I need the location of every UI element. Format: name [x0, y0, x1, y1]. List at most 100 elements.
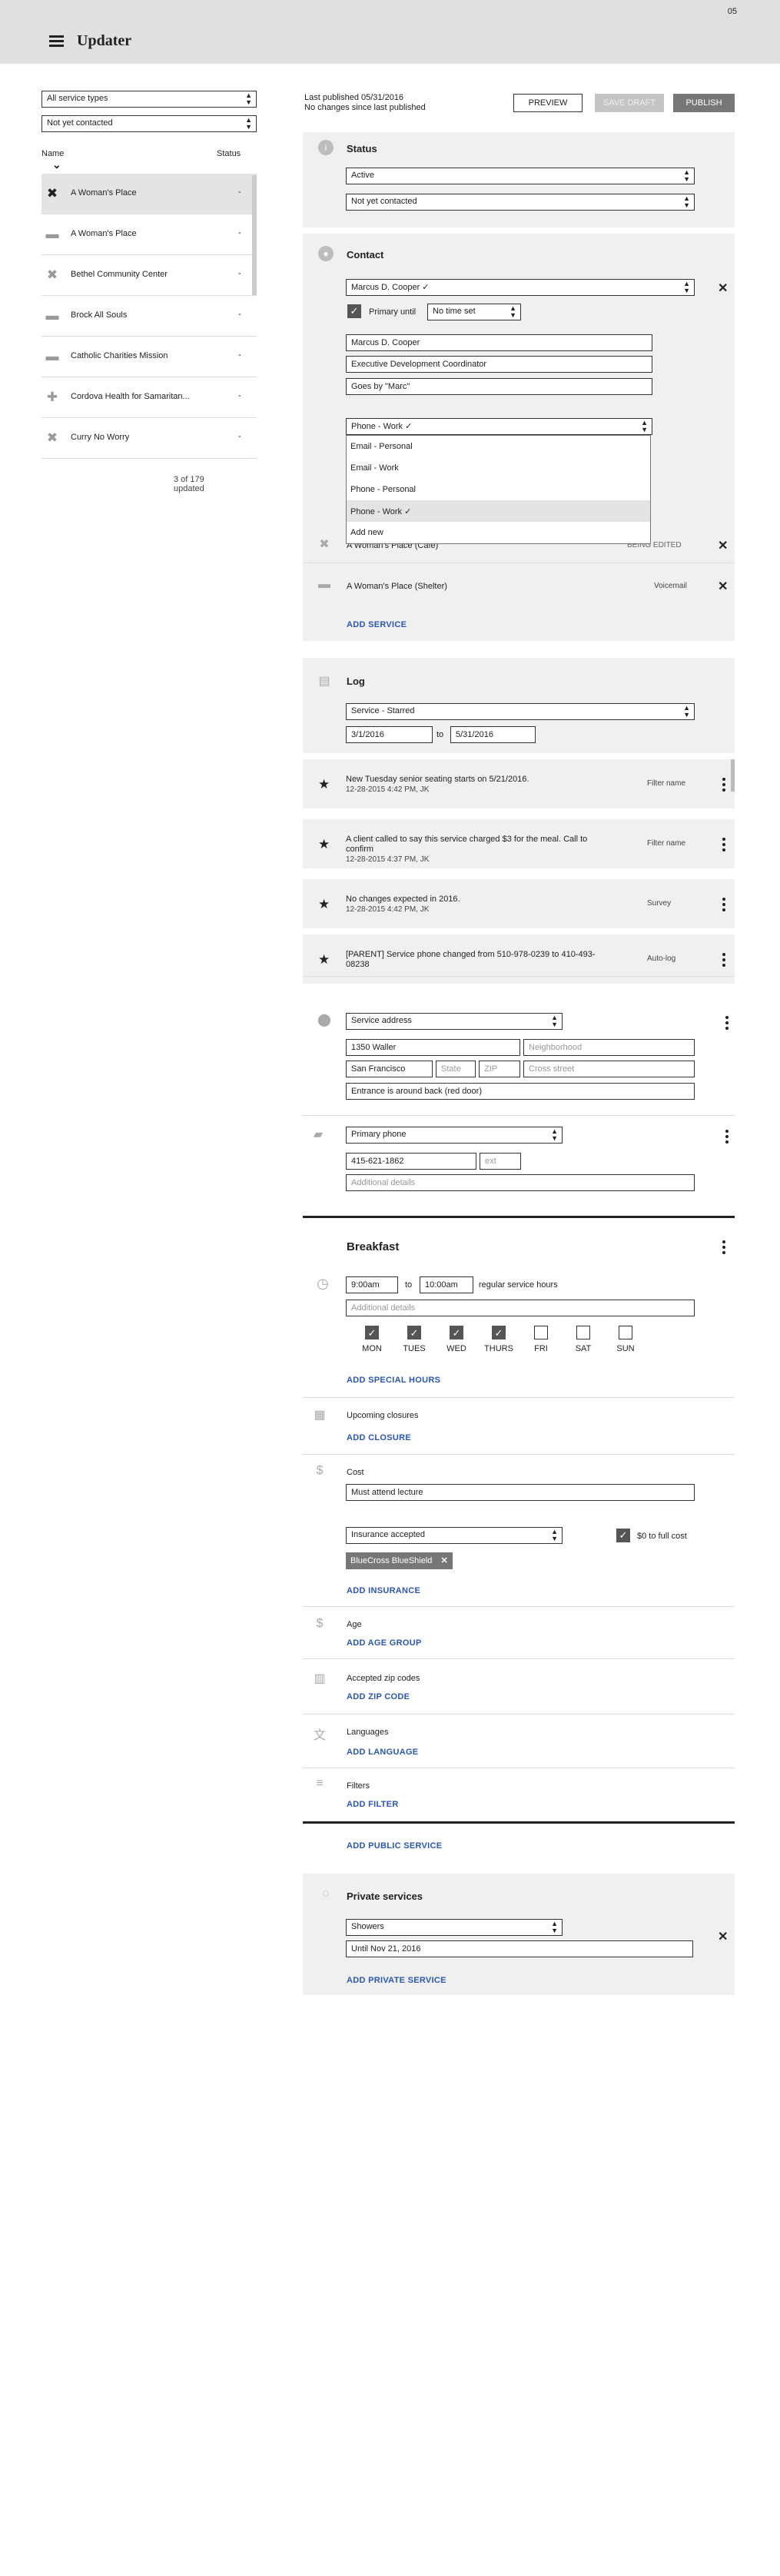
menu-icon[interactable] [49, 35, 64, 47]
contact-status-select[interactable]: Not yet contacted ▲ ▼ [346, 194, 695, 211]
vendor-list-item[interactable]: ▬ A Woman's Place - [41, 214, 257, 255]
day-toggle[interactable]: SUN [610, 1326, 641, 1353]
day-toggle[interactable]: ✓ MON [357, 1326, 387, 1353]
day-toggle[interactable]: SAT [568, 1326, 599, 1353]
end-time-field[interactable]: 10:00am [420, 1276, 473, 1293]
column-status-header[interactable]: Status [217, 149, 241, 158]
primary-until-select[interactable]: No time set ▲ ▼ [427, 304, 521, 320]
day-toggle[interactable]: FRI [526, 1326, 556, 1353]
state-field[interactable]: State [436, 1061, 476, 1077]
star-icon[interactable]: ★ [318, 837, 330, 852]
private-service-select[interactable]: Showers ▲ ▼ [346, 1919, 563, 1936]
day-checkbox[interactable]: ✓ [492, 1326, 506, 1339]
log-entry[interactable]: ★ A client called to say this service cha… [303, 819, 735, 868]
remove-service-icon[interactable]: ✕ [718, 579, 728, 594]
more-options-icon[interactable] [722, 953, 727, 968]
dropdown-option[interactable]: Phone - Personal [347, 479, 650, 500]
day-checkbox[interactable] [534, 1326, 548, 1339]
scrollbar[interactable] [252, 175, 257, 295]
primary-checkbox[interactable]: ✓ [347, 304, 361, 318]
service-type-filter[interactable]: All service types ▲ ▼ [41, 91, 257, 108]
day-checkbox[interactable] [576, 1326, 590, 1339]
contact-name-field[interactable]: Marcus D. Cooper [346, 334, 652, 351]
day-checkbox[interactable] [619, 1326, 632, 1339]
remove-private-service-icon[interactable]: ✕ [718, 1929, 728, 1944]
add-public-service-link[interactable]: ADD PUBLIC SERVICE [347, 1841, 442, 1851]
dropdown-option[interactable]: Email - Work [347, 457, 650, 479]
star-icon[interactable]: ★ [318, 777, 330, 792]
close-icon[interactable]: ✕ [440, 1556, 447, 1565]
log-entry[interactable]: ★ No changes expected in 2016. 12-28-2015 … [303, 879, 735, 928]
add-zip-code-link[interactable]: ADD ZIP CODE [347, 1692, 410, 1701]
street-field[interactable]: 1350 Waller [346, 1039, 520, 1056]
add-service-link[interactable]: ADD SERVICE [347, 620, 407, 629]
more-options-icon[interactable] [725, 1130, 730, 1145]
dropdown-option-add-new[interactable]: Add new [347, 522, 650, 543]
log-scrollbar[interactable] [731, 759, 735, 792]
star-icon[interactable]: ★ [318, 952, 330, 968]
service-row-name[interactable]: A Woman's Place (Shelter) [347, 582, 447, 591]
more-options-icon[interactable] [725, 1016, 730, 1031]
day-toggle[interactable]: ✓ WED [441, 1326, 472, 1353]
phone-type-select[interactable]: Primary phone ▲ ▼ [346, 1127, 563, 1144]
phone-details-field[interactable]: Additional details [346, 1174, 695, 1191]
cross-street-field[interactable]: Cross street [523, 1061, 695, 1077]
zip-field[interactable]: ZIP [479, 1061, 520, 1077]
vendor-list-item[interactable]: ✖ A Woman's Place - [41, 174, 257, 214]
phone-number-field[interactable]: 415-621-1862 [346, 1153, 476, 1170]
vendor-list-item[interactable]: ▬ Brock All Souls - [41, 296, 257, 337]
status-select[interactable]: Active ▲ ▼ [346, 168, 695, 184]
cost-field[interactable]: Must attend lecture [346, 1484, 695, 1501]
add-age-group-link[interactable]: ADD AGE GROUP [347, 1638, 422, 1648]
add-language-link[interactable]: ADD LANGUAGE [347, 1748, 418, 1757]
phone-ext-field[interactable]: ext [480, 1153, 521, 1170]
day-checkbox[interactable]: ✓ [407, 1326, 421, 1339]
address-note-field[interactable]: Entrance is around back (red door) [346, 1083, 695, 1100]
day-toggle[interactable]: ✓ TUES [399, 1326, 430, 1353]
vendor-list-item[interactable]: ✖ Curry No Worry - [41, 418, 257, 459]
contact-person-select[interactable]: Marcus D. Cooper ✓ ▲ ▼ [346, 279, 695, 296]
vendor-list-item[interactable]: ▬ Catholic Charities Mission - [41, 337, 257, 377]
contact-filter[interactable]: Not yet contacted ▲ ▼ [41, 115, 257, 132]
column-name-header[interactable]: Name ⌄ [41, 149, 64, 171]
log-from-date[interactable]: 3/1/2016 [346, 726, 433, 743]
add-filter-link[interactable]: ADD FILTER [347, 1800, 399, 1809]
more-options-icon[interactable] [722, 838, 727, 853]
dropdown-option-selected[interactable]: Phone - Work ✓ [347, 500, 650, 522]
add-special-hours-link[interactable]: ADD SPECIAL HOURS [347, 1376, 440, 1385]
add-insurance-link[interactable]: ADD INSURANCE [347, 1586, 420, 1595]
vendor-list-item[interactable]: ✖ Bethel Community Center - [41, 255, 257, 296]
add-closure-link[interactable]: ADD CLOSURE [347, 1433, 411, 1442]
hours-details-field[interactable]: Additional details [346, 1300, 695, 1316]
remove-service-icon[interactable]: ✕ [718, 538, 728, 553]
more-options-icon[interactable] [722, 1240, 727, 1256]
private-until-field[interactable]: Until Nov 21, 2016 [346, 1940, 693, 1957]
day-checkbox[interactable]: ✓ [365, 1326, 379, 1339]
address-type-select[interactable]: Service address ▲ ▼ [346, 1013, 563, 1030]
log-entry[interactable]: ★ New Tuesday senior seating starts on 5/… [303, 759, 735, 808]
contact-method-select[interactable]: Phone - Work ✓ ▲ ▼ [346, 418, 652, 435]
log-to-date[interactable]: 5/31/2016 [450, 726, 536, 743]
publish-button[interactable]: PUBLISH [673, 94, 735, 112]
day-checkbox[interactable]: ✓ [450, 1326, 463, 1339]
day-toggle[interactable]: ✓ THURS [483, 1326, 514, 1353]
start-time-field[interactable]: 9:00am [346, 1276, 398, 1293]
chevron-down-icon[interactable]: ⌄ [52, 158, 61, 171]
star-icon[interactable]: ★ [318, 897, 330, 912]
city-field[interactable]: San Francisco [346, 1061, 433, 1077]
more-options-icon[interactable] [722, 778, 727, 793]
add-private-service-link[interactable]: ADD PRIVATE SERVICE [347, 1976, 446, 1985]
preview-button[interactable]: PREVIEW [513, 94, 583, 112]
vendor-list-item[interactable]: ✚ Cordova Health for Samaritan... - [41, 377, 257, 418]
contact-method-dropdown: Email - Personal Email - Work Phone - Pe… [346, 435, 651, 544]
remove-contact-icon[interactable]: ✕ [718, 281, 728, 296]
insurance-select[interactable]: Insurance accepted ▲ ▼ [346, 1527, 563, 1544]
save-draft-button[interactable]: SAVE DRAFT [595, 94, 664, 112]
contact-nickname-field[interactable]: Goes by "Marc" [346, 378, 652, 395]
more-options-icon[interactable] [722, 898, 727, 913]
log-filter-select[interactable]: Service - Starred ▲ ▼ [346, 703, 695, 720]
full-cost-checkbox[interactable]: ✓ [616, 1529, 630, 1542]
contact-role-field[interactable]: Executive Development Coordinator [346, 356, 652, 373]
neighborhood-field[interactable]: Neighborhood [523, 1039, 695, 1056]
dropdown-option[interactable]: Email - Personal [347, 436, 650, 457]
